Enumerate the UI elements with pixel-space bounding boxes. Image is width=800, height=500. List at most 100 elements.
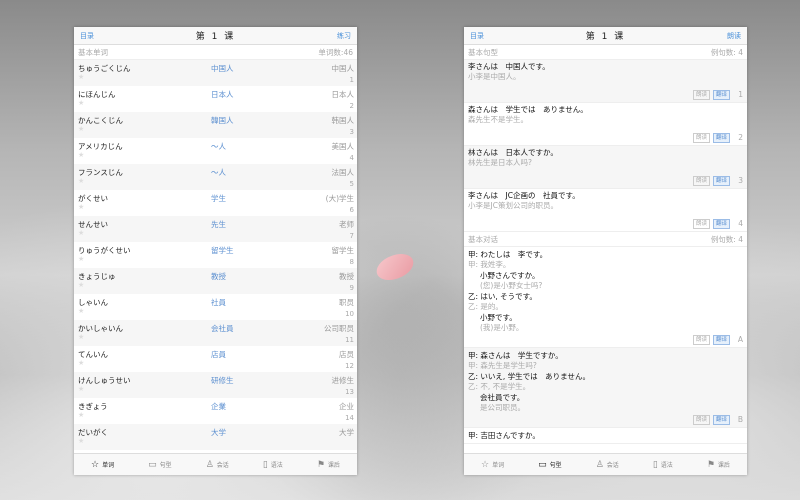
- dialog-line: 乙: はい, そうです。 乙: 是的。: [468, 292, 743, 312]
- japanese-sentence: 森さんは 学生では ありません。: [468, 105, 588, 114]
- row-actions: 朗读 翻译 2: [468, 133, 743, 143]
- tab-card[interactable]: ▭ 句型: [538, 460, 562, 470]
- list-item[interactable]: かいしゃいん 会社員 公司职员 ★ 11: [74, 320, 357, 346]
- row-number: 2: [738, 133, 743, 142]
- item-number: 5: [349, 180, 354, 188]
- list-item[interactable]: きょうじゅ 教授 教授 ★ 9: [74, 268, 357, 294]
- chinese-text: 中国人: [331, 64, 355, 73]
- row-number: 1: [738, 90, 743, 99]
- chinese-text: (大)学生: [325, 194, 354, 203]
- sentence-panel: 目录 第 1 课 朗读 基本句型 例句数: 4 李さんは 中国人です。 小李是中国…: [464, 27, 747, 475]
- tab-flag[interactable]: ⚑ 课后: [707, 460, 730, 470]
- sentence-row[interactable]: 森さんは 学生では ありません。 森先生不是学生。朗读 翻译 2: [464, 103, 747, 146]
- japanese-line: 小野さんですか。: [480, 271, 540, 280]
- read-button[interactable]: 朗读: [692, 90, 710, 100]
- vocab-panel: 目录 第 1 课 练习 基本单词 单词数:46 ちゅうごくじん 中国人 中国人 ★ 1 に…: [74, 27, 357, 475]
- list-item[interactable]: がくせい 学生 (大)学生 ★ 6: [74, 190, 357, 216]
- section-header: 基本对话 例句数: 4: [464, 232, 747, 247]
- tab-book[interactable]: ▯ 语法: [653, 460, 673, 470]
- kana-text: りゅうがくせい: [78, 246, 131, 255]
- list-item[interactable]: せんせい 先生 老师 ★ 7: [74, 216, 357, 242]
- dialog-line: 会社員です。 是公司职员。: [468, 393, 743, 413]
- list-item[interactable]: けんしゅうせい 研修生 进修生 ★ 13: [74, 372, 357, 398]
- chinese-line: 是公司职员。: [480, 403, 525, 412]
- tab-card[interactable]: ▭ 句型: [148, 460, 172, 470]
- chinese-text: 店员: [339, 350, 354, 359]
- tab-flag[interactable]: ⚑ 课后: [317, 460, 340, 470]
- list-item[interactable]: しゃいん 社員 职员 ★ 10: [74, 294, 357, 320]
- dialog-line: 甲: わたしは 李です。 甲: 我姓李。: [468, 250, 743, 270]
- translate-button[interactable]: 翻译: [712, 335, 730, 345]
- list-item[interactable]: ちゅうごくじん 中国人 中国人 ★ 1: [74, 60, 357, 86]
- star-icon[interactable]: ★: [78, 411, 84, 419]
- dialog-row[interactable]: 甲: 森さんは 学生ですか。 甲: 森先生是学生吗? 乙: いいえ, 学生では あり…: [464, 348, 747, 428]
- tab-people[interactable]: ♙ 会话: [206, 460, 229, 470]
- translate-button[interactable]: 翻译: [712, 415, 730, 425]
- star-icon[interactable]: ★: [78, 73, 84, 81]
- star-icon[interactable]: ★: [78, 125, 84, 133]
- chinese-text: 进修生: [331, 376, 355, 385]
- star-icon[interactable]: ★: [78, 359, 84, 367]
- star-icon[interactable]: ★: [78, 229, 84, 237]
- star-icon[interactable]: ★: [78, 307, 84, 315]
- read-button[interactable]: 朗读: [692, 133, 710, 143]
- star-icon[interactable]: ★: [78, 281, 84, 289]
- dialog-row[interactable]: 甲: 吉田さんですか。: [464, 428, 747, 444]
- people-icon: ♙: [205, 459, 214, 470]
- tab-book[interactable]: ▯ 语法: [263, 460, 283, 470]
- list-item[interactable]: アメリカじん ～人 美国人 ★ 4: [74, 138, 357, 164]
- list-item[interactable]: にほんじん 日本人 日本人 ★ 2: [74, 86, 357, 112]
- tab-people[interactable]: ♙ 会话: [596, 460, 619, 470]
- star-icon[interactable]: ★: [78, 203, 84, 211]
- tab-star[interactable]: ☆ 单词: [481, 460, 504, 470]
- translate-button[interactable]: 翻译: [712, 90, 730, 100]
- list-item[interactable]: だいがく 大学 大学 ★: [74, 424, 357, 450]
- sentence-list[interactable]: 基本句型 例句数: 4 李さんは 中国人です。 小李是中国人。 朗读 翻译 1 森さんは …: [464, 45, 747, 453]
- list-item[interactable]: りゅうがくせい 留学生 留学生 ★ 8: [74, 242, 357, 268]
- read-aloud-button[interactable]: 朗读: [727, 31, 741, 41]
- list-item[interactable]: かんこくじん 韓国人 韩国人 ★ 3: [74, 112, 357, 138]
- japanese-line: 乙: いいえ, 学生では ありません。: [468, 372, 590, 381]
- practice-button[interactable]: 练习: [337, 31, 351, 41]
- chinese-translation: 小李是中国人。: [468, 72, 521, 81]
- vocab-list[interactable]: ちゅうごくじん 中国人 中国人 ★ 1 にほんじん 日本人 日本人 ★ 2 かんこくじん 韓国人 韩国人…: [74, 60, 357, 451]
- list-item[interactable]: きぎょう 企業 企业 ★ 14: [74, 398, 357, 424]
- row-actions: 朗读 翻译 3: [468, 176, 743, 186]
- list-item[interactable]: フランスじん ～人 法国人 ★ 5: [74, 164, 357, 190]
- row-actions: 朗读 翻译 4: [468, 219, 743, 229]
- dialog-line: 小野さんですか。 (您)是小野女士吗?: [468, 271, 743, 291]
- read-button[interactable]: 朗读: [692, 415, 710, 425]
- row-actions: 朗读 翻译 A: [468, 335, 743, 345]
- kana-text: アメリカじん: [78, 142, 123, 151]
- list-item[interactable]: てんいん 店員 店员 ★ 12: [74, 346, 357, 372]
- star-icon: ☆: [481, 459, 490, 470]
- chinese-translation: 森先生不是学生。: [468, 115, 528, 124]
- chinese-text: 法国人: [331, 168, 355, 177]
- star-icon[interactable]: ★: [78, 151, 84, 159]
- read-button[interactable]: 朗读: [692, 176, 710, 186]
- catalog-button[interactable]: 目录: [80, 31, 94, 41]
- translate-button[interactable]: 翻译: [712, 176, 730, 186]
- star-icon[interactable]: ★: [78, 177, 84, 185]
- item-number: 9: [349, 284, 354, 292]
- tab-label: 课后: [717, 462, 730, 469]
- kana-text: かいしゃいん: [78, 324, 123, 333]
- star-icon[interactable]: ★: [78, 437, 84, 445]
- star-icon[interactable]: ★: [78, 333, 84, 341]
- star-icon[interactable]: ★: [78, 255, 84, 263]
- sentence-row[interactable]: 林さんは 日本人ですか。 林先生是日本人吗? 朗读 翻译 3: [464, 146, 747, 189]
- translate-button[interactable]: 翻译: [712, 133, 730, 143]
- read-button[interactable]: 朗读: [692, 335, 710, 345]
- japanese-sentence: 李さんは 中国人です。: [468, 62, 550, 71]
- dialog-row[interactable]: 甲: わたしは 李です。 甲: 我姓李。 小野さんですか。 (您)是小野女士吗? 乙: …: [464, 247, 747, 348]
- read-button[interactable]: 朗读: [692, 219, 710, 229]
- sentence-row[interactable]: 李さんは 中国人です。 小李是中国人。朗读 翻译 1: [464, 60, 747, 103]
- sentence-row[interactable]: 李さんは JC企画の 社員です。 小李是JC策划公司的职员。 朗读 翻译 4: [464, 189, 747, 232]
- tab-star[interactable]: ☆ 单词: [91, 460, 114, 470]
- star-icon[interactable]: ★: [78, 385, 84, 393]
- tab-label: 单词: [102, 462, 115, 469]
- tab-label: 语法: [660, 462, 673, 469]
- translate-button[interactable]: 翻译: [712, 219, 730, 229]
- catalog-button[interactable]: 目录: [470, 31, 484, 41]
- star-icon[interactable]: ★: [78, 99, 84, 107]
